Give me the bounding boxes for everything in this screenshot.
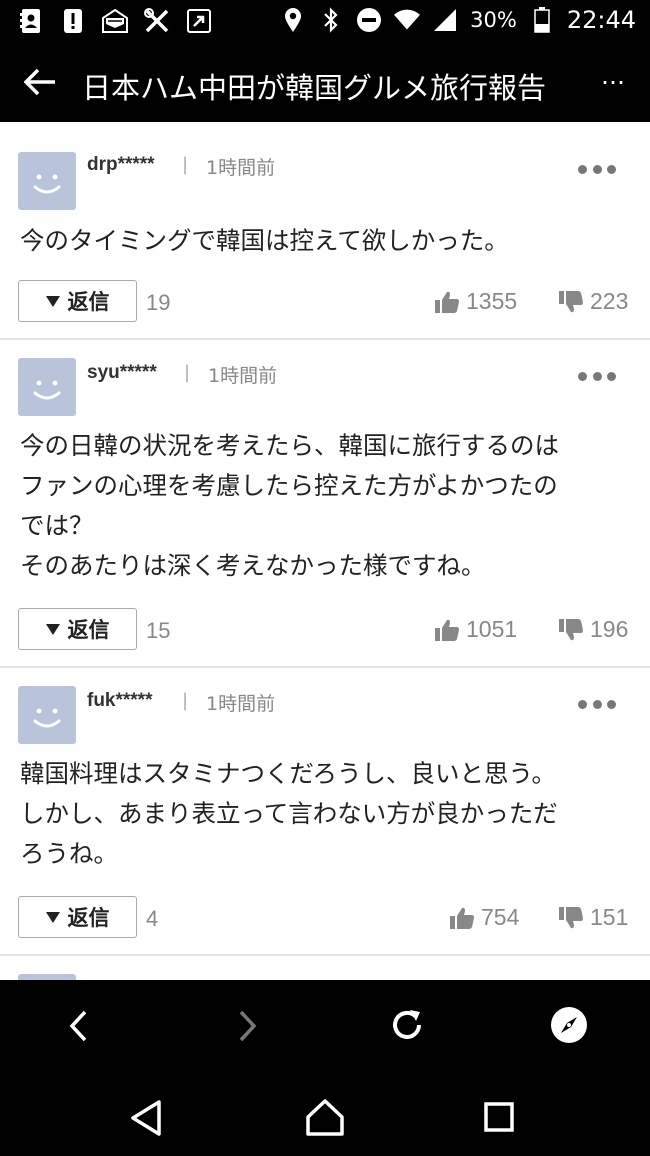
avatar	[18, 152, 76, 210]
smiley-avatar-icon	[33, 708, 61, 728]
reply-label: 返信	[67, 906, 110, 930]
comment-text: 今のタイミングで韓国は控えて欲しかった。	[20, 226, 509, 255]
back-button[interactable]	[20, 62, 60, 102]
tools-icon	[144, 8, 170, 34]
chevron-right-icon	[239, 1010, 257, 1042]
reply-button[interactable]: 返信	[18, 608, 137, 650]
meta-separator: |	[182, 690, 189, 711]
like-button[interactable]: 754	[449, 904, 519, 931]
system-recents-button[interactable]	[476, 1094, 522, 1140]
wifi-icon	[394, 7, 421, 33]
reply-button[interactable]: 返信	[18, 896, 137, 938]
thumbs-up-icon	[435, 291, 459, 313]
comment-text: 韓国料理はスタミナつくだろうし、良いと思う。 しかし、あまり表立って言わない方が…	[20, 759, 558, 868]
mail-icon	[102, 8, 128, 34]
comment-item-partial	[0, 956, 650, 980]
status-icons-left	[18, 8, 212, 34]
caret-down-icon	[45, 295, 60, 307]
contacts-icon	[18, 8, 44, 34]
reply-button[interactable]: 返信	[18, 280, 137, 322]
like-count: 1051	[466, 616, 518, 642]
reply-count: 4	[146, 906, 159, 931]
dislike-button[interactable]: 223	[558, 288, 628, 315]
refresh-icon	[393, 1010, 421, 1039]
comment-text: 今の日韓の状況を考えたら、韓国に旅行するのは ファンの心理を考慮したら控えた方が…	[20, 431, 559, 580]
comment-menu-button[interactable]	[578, 699, 616, 709]
share-icon	[186, 8, 212, 34]
avatar	[18, 686, 76, 744]
thumbs-up-icon	[435, 619, 459, 641]
dislike-count: 223	[590, 288, 629, 314]
overflow-menu-button[interactable]: …	[601, 62, 626, 90]
reply-count: 19	[146, 290, 171, 315]
comment-menu-button[interactable]	[578, 164, 616, 174]
reload-button[interactable]	[384, 1002, 430, 1048]
meta-separator: |	[184, 362, 191, 383]
thumbs-down-icon	[559, 906, 583, 928]
meta-separator: |	[182, 154, 189, 175]
compass-icon	[551, 1007, 587, 1043]
comment-username[interactable]: syu*****	[87, 362, 157, 384]
avatar	[18, 358, 76, 416]
thumbs-down-icon	[559, 618, 583, 640]
system-home-button[interactable]	[300, 1092, 350, 1142]
like-count: 754	[481, 904, 520, 930]
page-title: 日本ハム中田が韓国グルメ旅行報告	[82, 71, 547, 105]
comment-username[interactable]: drp*****	[87, 154, 155, 176]
comments-list: drp***** | 1時間前 今のタイミングで韓国は控えて欲しかった。 返信 …	[0, 122, 650, 980]
smiley-avatar-icon	[33, 380, 61, 400]
browser-back-button[interactable]	[56, 1004, 100, 1048]
home-icon	[306, 1099, 344, 1136]
triangle-back-icon	[131, 1100, 161, 1136]
dislike-button[interactable]: 196	[558, 616, 628, 643]
dislike-button[interactable]: 151	[558, 904, 628, 931]
caret-down-icon	[45, 911, 60, 923]
compass-button[interactable]	[546, 1002, 592, 1048]
comment-time: 1時間前	[206, 157, 276, 179]
comment-item: drp***** | 1時間前 今のタイミングで韓国は控えて欲しかった。 返信 …	[0, 122, 650, 340]
alert-icon	[60, 8, 86, 34]
clock: 22:44	[566, 6, 636, 34]
reply-label: 返信	[67, 618, 110, 642]
smiley-avatar-icon	[33, 174, 61, 194]
dislike-count: 151	[590, 904, 629, 930]
caret-down-icon	[45, 623, 60, 635]
arrow-left-icon	[24, 68, 55, 96]
dislike-count: 196	[590, 616, 629, 642]
status-bar: 30% 22:44	[0, 0, 650, 44]
square-recents-icon	[484, 1102, 514, 1132]
like-button[interactable]: 1355	[434, 288, 517, 315]
battery-icon	[529, 7, 555, 33]
battery-percent: 30%	[470, 8, 517, 32]
chevron-left-icon	[69, 1010, 87, 1042]
do-not-disturb-icon	[356, 7, 382, 33]
comment-menu-button[interactable]	[578, 371, 616, 381]
browser-forward-button[interactable]	[226, 1004, 270, 1048]
like-button[interactable]: 1051	[434, 616, 517, 643]
comment-time: 1時間前	[206, 693, 276, 715]
like-count: 1355	[466, 288, 518, 314]
bluetooth-icon	[318, 7, 344, 33]
comment-item: fuk***** | 1時間前 韓国料理はスタミナつくだろうし、良いと思う。 し…	[0, 668, 650, 956]
comment-username[interactable]: fuk*****	[87, 690, 152, 712]
app-bar: 日本ハム中田が韓国グルメ旅行報告 …	[0, 44, 650, 122]
comment-time: 1時間前	[208, 365, 278, 387]
location-icon	[280, 7, 306, 33]
signal-icon	[432, 7, 458, 33]
status-icons-right: 30% 22:44	[280, 6, 636, 34]
thumbs-down-icon	[559, 290, 583, 312]
thumbs-up-icon	[450, 907, 474, 929]
comment-item: syu***** | 1時間前 今の日韓の状況を考えたら、韓国に旅行するのは フ…	[0, 340, 650, 668]
system-back-button[interactable]	[122, 1094, 170, 1142]
bottom-navigation	[0, 980, 650, 1156]
reply-label: 返信	[67, 290, 110, 314]
reply-count: 15	[146, 618, 171, 643]
